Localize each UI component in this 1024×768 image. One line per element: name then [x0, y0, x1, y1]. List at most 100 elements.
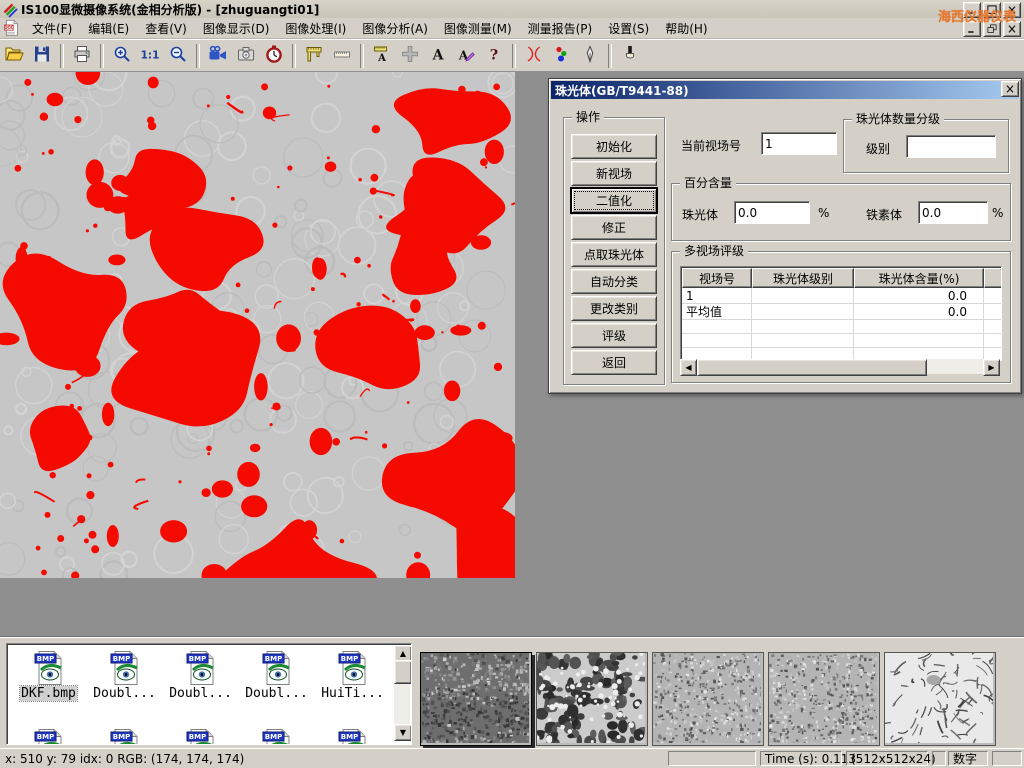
- menu-bar: DOC 文件(F)编辑(E)查看(V)图像显示(D)图像处理(I)图像分析(A)…: [0, 18, 1024, 39]
- multifield-table[interactable]: 视场号珠光体级别珠光体含量(%)铁素体含量(%)10.0平均值0.0: [680, 266, 1002, 361]
- op-button-2[interactable]: 新视场: [571, 161, 657, 186]
- scroll-right-arrow-icon[interactable]: ▶: [983, 359, 1000, 376]
- menu-item-6[interactable]: 图像分析(A): [354, 18, 436, 39]
- file-list[interactable]: BMPDKF.bmpBMPDoubl...BMPDoubl...BMPDoubl…: [6, 643, 412, 745]
- thumbnail-3[interactable]: [652, 652, 764, 746]
- table-hscrollbar[interactable]: ◀ ▶: [680, 359, 1000, 374]
- table-header-2[interactable]: 珠光体级别: [752, 268, 854, 288]
- pearlite-percent-input[interactable]: [734, 201, 810, 224]
- menu-item-8[interactable]: 测量报告(P): [520, 18, 601, 39]
- svg-text:BMP: BMP: [264, 655, 281, 663]
- curve-button[interactable]: [521, 43, 547, 69]
- table-row[interactable]: 平均值0.0: [682, 304, 1002, 320]
- close-button[interactable]: [1003, 2, 1021, 18]
- menu-item-5[interactable]: 图像处理(I): [277, 18, 354, 39]
- scroll-left-arrow-icon[interactable]: ◀: [680, 359, 697, 376]
- file-item[interactable]: BMPDKF.bmp: [11, 650, 86, 701]
- table-header-4[interactable]: 铁素体含量(%): [984, 268, 1002, 288]
- file-item[interactable]: BMPHuiTi...: [315, 650, 390, 701]
- mdi-close-button[interactable]: [1003, 21, 1021, 37]
- open-button[interactable]: [1, 43, 27, 69]
- table-row[interactable]: [682, 334, 1002, 348]
- text-button[interactable]: A: [425, 43, 451, 69]
- title-bar: IS100显微摄像系统(金相分析版) - [zhuguangti01]: [0, 0, 1024, 18]
- text-edit-button[interactable]: A: [453, 43, 479, 69]
- measure-text-button[interactable]: A: [369, 43, 395, 69]
- photo-camera-button[interactable]: [233, 43, 259, 69]
- caliper-button[interactable]: [301, 43, 327, 69]
- menu-item-7[interactable]: 图像测量(M): [436, 18, 520, 39]
- current-field-input[interactable]: [761, 132, 837, 155]
- op-button-9[interactable]: 返回: [571, 350, 657, 375]
- op-button-6[interactable]: 自动分类: [571, 269, 657, 294]
- toolbar-separator: [292, 44, 296, 68]
- thumbnail-4[interactable]: [768, 652, 880, 746]
- zoom-in-button[interactable]: [109, 43, 135, 69]
- file-name: Doubl...: [92, 686, 157, 701]
- menu-item-2[interactable]: 编辑(E): [80, 18, 137, 39]
- help-icon: ?: [484, 44, 504, 67]
- op-button-8[interactable]: 评级: [571, 323, 657, 348]
- timer-button[interactable]: [261, 43, 287, 69]
- save-button[interactable]: [29, 43, 55, 69]
- bmp-file-icon: BMP: [11, 650, 86, 686]
- table-header-3[interactable]: 珠光体含量(%): [854, 268, 984, 288]
- table-row[interactable]: [682, 320, 1002, 334]
- scroll-down-arrow-icon[interactable]: ▼: [394, 724, 412, 741]
- op-button-7[interactable]: 更改类别: [571, 296, 657, 321]
- ruler-button[interactable]: [329, 43, 355, 69]
- hscroll-track[interactable]: [927, 359, 983, 374]
- op-button-1[interactable]: 初始化: [571, 134, 657, 159]
- dialog-title-bar[interactable]: 珠光体(GB/T9441-88): [551, 81, 1019, 99]
- file-item-clipped[interactable]: BMP: [239, 728, 314, 745]
- table-row[interactable]: 10.0: [682, 288, 1002, 304]
- svg-text:A: A: [377, 53, 386, 64]
- bmp-file-icon: BMP: [163, 650, 238, 686]
- multifield-group-label: 多视场评级: [680, 244, 748, 258]
- file-list-vscrollbar[interactable]: ▲ ▼: [394, 645, 410, 741]
- menu-item-9[interactable]: 设置(S): [600, 18, 657, 39]
- zoom-in-icon: [112, 44, 132, 67]
- op-button-3[interactable]: 二值化: [571, 188, 657, 213]
- file-item[interactable]: BMPDoubl...: [87, 650, 162, 701]
- thumbnail-1[interactable]: [420, 652, 532, 746]
- table-header-1[interactable]: 视场号: [682, 268, 752, 288]
- help-button[interactable]: ?: [481, 43, 507, 69]
- op-button-4[interactable]: 修正: [571, 215, 657, 240]
- file-item[interactable]: BMPDoubl...: [239, 650, 314, 701]
- pen-button[interactable]: [577, 43, 603, 69]
- print-button[interactable]: [69, 43, 95, 69]
- classify-button[interactable]: [549, 43, 575, 69]
- pen-icon: [580, 44, 600, 67]
- file-item-clipped[interactable]: BMP: [87, 728, 162, 745]
- file-item[interactable]: BMPDoubl...: [163, 650, 238, 701]
- zoom-out-button[interactable]: [165, 43, 191, 69]
- video-camera-button[interactable]: [205, 43, 231, 69]
- op-button-5[interactable]: 点取珠光体: [571, 242, 657, 267]
- table-header-row: 视场号珠光体级别珠光体含量(%)铁素体含量(%): [682, 268, 1002, 288]
- menu-item-1[interactable]: 文件(F): [24, 18, 80, 39]
- minimize-button[interactable]: [963, 2, 981, 18]
- file-item-clipped[interactable]: BMP: [11, 728, 86, 745]
- dialog-close-button[interactable]: [1001, 81, 1019, 97]
- menu-item-3[interactable]: 查看(V): [137, 18, 195, 39]
- thumbnail-5[interactable]: [884, 652, 996, 746]
- actual-size-button[interactable]: 1:1: [137, 43, 163, 69]
- level-input[interactable]: [906, 135, 996, 158]
- menu-item-4[interactable]: 图像显示(D): [195, 18, 278, 39]
- move-button[interactable]: [397, 43, 423, 69]
- vscroll-thumb[interactable]: [394, 660, 412, 684]
- svg-text:?: ?: [490, 48, 498, 64]
- file-item-clipped[interactable]: BMP: [315, 728, 390, 745]
- hscroll-thumb[interactable]: [697, 359, 927, 376]
- ferrite-percent-input[interactable]: [918, 201, 988, 224]
- maximize-button[interactable]: [983, 2, 1001, 18]
- specimen-image[interactable]: [0, 72, 515, 578]
- file-item-clipped[interactable]: BMP: [163, 728, 238, 745]
- menu-item-10[interactable]: 帮助(H): [657, 18, 715, 39]
- mdi-restore-button[interactable]: [983, 21, 1001, 37]
- mdi-minimize-button[interactable]: [963, 21, 981, 37]
- table-cell: [752, 288, 854, 304]
- brush-button[interactable]: [617, 43, 643, 69]
- thumbnail-2[interactable]: [536, 652, 648, 746]
